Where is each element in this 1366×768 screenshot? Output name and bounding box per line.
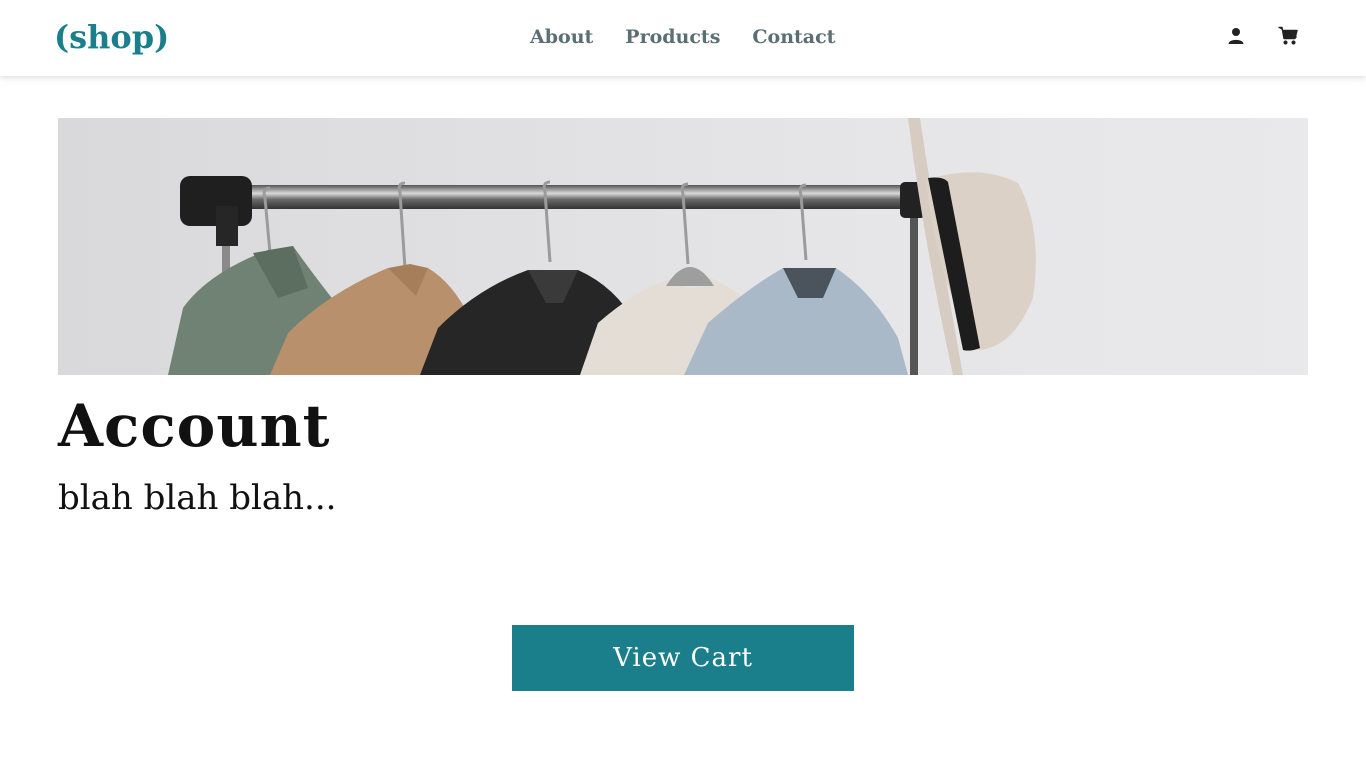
cart-icon[interactable] — [1278, 26, 1298, 46]
nav-links: About Products Contact — [522, 24, 843, 50]
user-icon[interactable] — [1226, 26, 1246, 46]
navbar: (shop) About Products Contact — [0, 0, 1366, 76]
view-cart-button[interactable]: View Cart — [512, 625, 854, 691]
hero-image — [58, 118, 1308, 375]
page-body-text: blah blah blah... — [58, 478, 337, 518]
clothing-rack-illustration — [58, 118, 1308, 375]
nav-link-about[interactable]: About — [522, 24, 601, 50]
nav-link-contact[interactable]: Contact — [744, 24, 843, 50]
nav-link-products[interactable]: Products — [617, 24, 728, 50]
shop-logo[interactable]: (shop) — [54, 18, 169, 56]
page-title: Account — [58, 392, 331, 460]
nav-icons — [1226, 26, 1298, 46]
